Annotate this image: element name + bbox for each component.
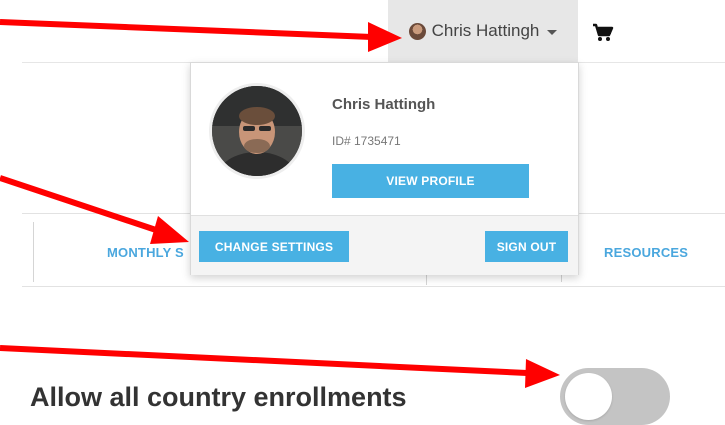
toggle-knob <box>565 373 612 420</box>
nav-divider <box>33 222 34 282</box>
change-settings-button[interactable]: CHANGE SETTINGS <box>199 231 349 262</box>
top-bar <box>22 0 725 63</box>
profile-avatar <box>209 83 305 179</box>
nav-item-resources[interactable]: RESOURCES <box>604 245 688 260</box>
user-dropdown: Chris Hattingh ID# 1735471 VIEW PROFILE … <box>190 62 579 275</box>
profile-id: ID# 1735471 <box>332 134 401 148</box>
nav-divider <box>426 275 427 285</box>
cart-icon[interactable] <box>592 23 614 47</box>
sign-out-button[interactable]: SIGN OUT <box>485 231 568 262</box>
user-name: Chris Hattingh <box>431 21 540 40</box>
avatar <box>408 22 426 40</box>
chevron-down-icon <box>547 29 558 35</box>
allow-country-toggle[interactable] <box>560 368 670 425</box>
user-menu-trigger[interactable]: Chris Hattingh <box>388 0 578 62</box>
allow-country-label: Allow all country enrollments <box>30 382 407 412</box>
profile-name: Chris Hattingh <box>332 96 436 113</box>
view-profile-button[interactable]: VIEW PROFILE <box>332 164 529 198</box>
nav-item-monthly[interactable]: MONTHLY S <box>107 245 184 260</box>
